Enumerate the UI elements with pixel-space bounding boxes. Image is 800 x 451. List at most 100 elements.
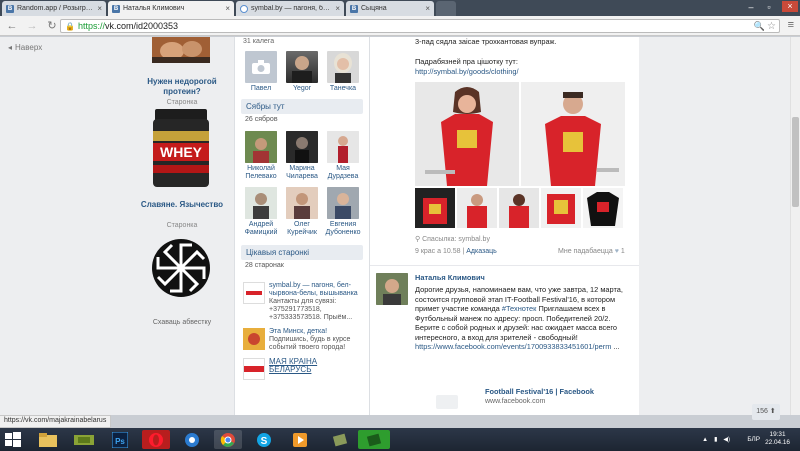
zoom-icon[interactable]: 🔍 <box>754 21 765 32</box>
like-button[interactable]: Мне падабаецца ♥ 1 <box>558 248 625 255</box>
friend-item[interactable]: Yegor <box>284 51 320 93</box>
explorer-taskbar-icon[interactable] <box>34 430 62 449</box>
back-to-top-link[interactable]: ◂ Наверх <box>8 43 45 52</box>
page-scrollbar[interactable] <box>790 37 800 415</box>
photoshop-taskbar-icon[interactable]: Ps <box>106 430 134 449</box>
tab-random-app[interactable]: B Random.app / Розыгры... × <box>2 1 106 16</box>
page-item-symbal[interactable]: symbal.by — пагоня, бел-чырвона-белы, вы… <box>235 279 369 325</box>
post1-more-link[interactable]: http://symbal.by/goods/clothing/ <box>415 67 519 77</box>
volume-icon[interactable]: ◀) <box>723 436 730 443</box>
ad-image-top[interactable] <box>152 37 210 63</box>
tray-arrow-icon[interactable]: ▲ <box>702 437 708 443</box>
thumb-photo[interactable] <box>583 188 623 228</box>
camera-placeholder-icon <box>245 51 277 83</box>
bookmark-star-icon[interactable]: ☆ <box>767 21 776 32</box>
friend-item[interactable]: Олег Курейчик <box>284 187 320 237</box>
close-tab-icon[interactable]: × <box>225 4 230 13</box>
page-item-minsk[interactable]: Эта Минск, детка! Подпишись, будь в курс… <box>235 325 369 355</box>
friend-name[interactable]: Николай Пелевако <box>243 165 279 181</box>
page-item-title[interactable]: Эта Минск, детка! <box>269 328 361 336</box>
post2-author-avatar[interactable] <box>376 273 408 305</box>
friend-name[interactable]: Евгения Дубоненко <box>325 221 361 237</box>
post2-hashtag[interactable]: #Технотек <box>502 304 537 313</box>
link-card-thumb[interactable] <box>436 395 458 409</box>
friend-name[interactable]: Танечка <box>325 85 361 93</box>
minimize-icon[interactable]: – <box>744 2 758 12</box>
friend-item[interactable]: Марина Чиларева <box>284 131 320 181</box>
ad-image-kolovrat[interactable] <box>150 237 212 299</box>
man-tshirt-photo <box>521 82 625 186</box>
pin-icon: ⬆ <box>769 408 776 415</box>
back-arrow-icon[interactable]: ← <box>4 18 20 34</box>
kolovrat-symbol-icon <box>152 239 210 297</box>
link-card-title[interactable]: Football Festival'16 | Facebook <box>485 387 594 396</box>
new-tab-button[interactable] <box>436 1 456 16</box>
like-count: 1 <box>620 248 625 255</box>
minsk-logo-icon <box>243 328 265 350</box>
post1-source[interactable]: ⚲ Спасылка: symbal.by <box>415 235 490 243</box>
close-tab-icon[interactable]: × <box>335 4 340 13</box>
chrome-menu-icon[interactable]: ≡ <box>788 19 794 31</box>
active-app-taskbar-icon[interactable] <box>358 430 390 449</box>
app-taskbar-icon[interactable] <box>326 430 354 449</box>
taskbar-clock[interactable]: 19:31 22.04.16 <box>765 431 790 447</box>
scroll-thumb[interactable] <box>792 117 799 207</box>
friend-item[interactable]: Павел <box>243 51 279 93</box>
friend-item[interactable]: Евгения Дубоненко <box>325 187 361 237</box>
post1-date[interactable]: 9 крас а 10.58 | Адказаць <box>415 248 497 255</box>
page-item-title[interactable]: МАЯ КРАІНА БЕЛАРУСЬ <box>269 358 361 374</box>
thumb-photo[interactable] <box>499 188 539 228</box>
tab-title: Наталья Климович <box>123 5 185 12</box>
post2-link[interactable]: https://www.facebook.com/events/17009338… <box>415 342 611 351</box>
friend-item[interactable]: Николай Пелевако <box>243 131 279 181</box>
friends-count[interactable]: 31 калега <box>243 38 361 45</box>
lock-icon: 🔒 <box>65 21 75 31</box>
keyboard-language[interactable]: БЛР <box>747 436 760 443</box>
friend-item[interactable]: Мая Дурдзева <box>325 131 361 181</box>
friend-item[interactable]: Танечка <box>325 51 361 93</box>
maximize-icon[interactable]: ▫ <box>762 2 776 12</box>
friend-name[interactable]: Yegor <box>284 85 320 93</box>
online-friends-header[interactable]: Сябры тут <box>241 99 363 114</box>
post-photo-woman[interactable] <box>415 82 519 186</box>
page-item-title[interactable]: symbal.by — пагоня, бел-чырвона-белы, вы… <box>269 282 361 298</box>
friend-item[interactable]: Андрей Фамицкий <box>243 187 279 237</box>
network-icon[interactable]: ▮ <box>714 436 717 443</box>
tab-natalia-klimovich[interactable]: B Наталья Климович × <box>108 1 234 16</box>
thumb-photo[interactable] <box>541 188 581 228</box>
ad-title-protein[interactable]: Нужен недорогой протеин? <box>140 77 224 97</box>
player-taskbar-icon[interactable] <box>286 430 314 449</box>
close-window-icon[interactable]: × <box>782 1 798 12</box>
friend-name[interactable]: Андрей Фамицкий <box>243 221 279 237</box>
skype-taskbar-icon[interactable]: S <box>250 430 278 449</box>
windows-start-icon[interactable] <box>4 431 22 448</box>
thumb-photo[interactable] <box>415 188 455 228</box>
hide-ads-link[interactable]: Схаваць абвестку <box>140 319 224 326</box>
friend-name[interactable]: Мая Дурдзева <box>325 165 361 181</box>
thumb-photo[interactable] <box>457 188 497 228</box>
opera-taskbar-icon[interactable] <box>142 430 170 449</box>
ad-title-slavs[interactable]: Славяне. Язычество <box>140 200 224 210</box>
url-input[interactable]: 🔒 https://vk.com/id2000353 🔍 ☆ <box>60 19 780 33</box>
close-tab-icon[interactable]: × <box>425 4 430 13</box>
close-tab-icon[interactable]: × <box>97 4 102 13</box>
tab-symbal[interactable]: symbal.by — пагоня, бел... × <box>236 1 344 16</box>
winrar-taskbar-icon[interactable] <box>70 430 98 449</box>
friend-name[interactable]: Олег Курейчик <box>284 221 320 237</box>
friend-name[interactable]: Павел <box>243 85 279 93</box>
ad-image-whey[interactable]: WHEY <box>151 109 211 189</box>
chrome-taskbar-icon[interactable] <box>214 430 242 449</box>
friend-name[interactable]: Марина Чиларева <box>284 165 320 181</box>
forward-arrow-icon[interactable]: → <box>24 18 40 34</box>
page-counter-badge[interactable]: 156 ⬆ <box>752 404 780 420</box>
post2-author[interactable]: Наталья Климович <box>415 273 485 282</box>
heart-icon: ♥ <box>614 248 619 255</box>
tab-sycyana[interactable]: B Сыцяна × <box>346 1 434 16</box>
reload-icon[interactable]: ↻ <box>44 18 60 34</box>
page-item-maya-kraina[interactable]: МАЯ КРАІНА БЕЛАРУСЬ <box>235 355 369 383</box>
link-card-url[interactable]: www.facebook.com <box>485 398 545 405</box>
media-taskbar-icon[interactable] <box>178 430 206 449</box>
interesting-pages-header[interactable]: Цікавыя старонкі <box>241 245 363 260</box>
post-photo-man[interactable] <box>521 82 625 186</box>
reply-link[interactable]: Адказаць <box>466 248 497 255</box>
